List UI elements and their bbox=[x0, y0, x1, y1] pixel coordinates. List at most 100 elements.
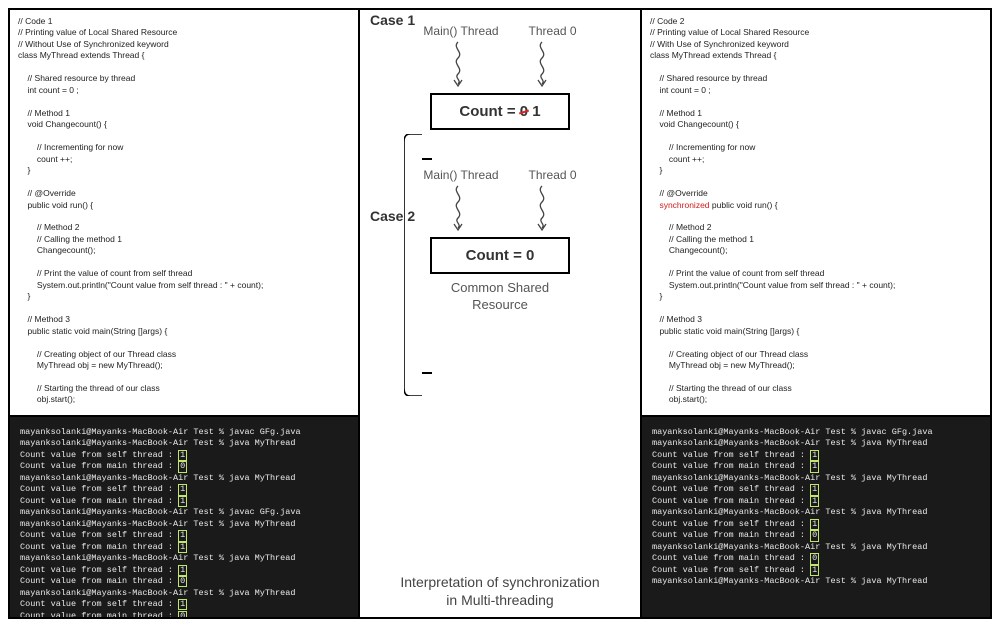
code-line: System.out.println("Count value from sel… bbox=[650, 280, 895, 290]
left-column: // Code 1 // Printing value of Local Sha… bbox=[10, 10, 360, 617]
shared-line1: Common Shared bbox=[451, 280, 549, 295]
code-line: // Creating object of our Thread class bbox=[18, 349, 176, 359]
terminal-line: Count value from main thread : 0 bbox=[652, 530, 980, 541]
right-column: // Code 2 // Printing value of Local Sha… bbox=[640, 10, 990, 617]
code-line: // Shared resource by thread bbox=[650, 73, 767, 83]
terminal-line: Count value from main thread : 0 bbox=[20, 576, 348, 587]
terminal-line: Count value from main thread : 0 bbox=[652, 553, 980, 564]
terminal-line: Count value from main thread : 1 bbox=[652, 496, 980, 507]
code-line: count ++; bbox=[650, 154, 704, 164]
terminal-line: Count value from self thread : 1 bbox=[20, 484, 348, 495]
squiggle-icon bbox=[533, 40, 551, 90]
squiggle-icon bbox=[533, 184, 551, 234]
terminal-line: mayanksolanki@Mayanks-MacBook-Air Test %… bbox=[20, 427, 348, 438]
code-line: public static void main(String []args) { bbox=[18, 326, 167, 336]
count-box-1: Count = 0 1 bbox=[430, 93, 570, 130]
code-line: // Print the value of count from self th… bbox=[18, 268, 192, 278]
terminal-line: Count value from main thread : 0 bbox=[20, 461, 348, 472]
main-thread-label: Main() Thread bbox=[423, 168, 498, 182]
code-line: // @Override bbox=[650, 188, 708, 198]
strikethrough-value: 0 bbox=[520, 103, 528, 120]
code-line: // Print the value of count from self th… bbox=[650, 268, 824, 278]
count-box-1-prefix: Count = bbox=[459, 103, 519, 120]
squiggle-icon bbox=[449, 184, 467, 234]
terminal-line: Count value from self thread : 1 bbox=[20, 530, 348, 541]
code-line: Changecount(); bbox=[650, 245, 727, 255]
code-line: // Code 2 bbox=[650, 16, 685, 26]
count-box-1-suffix: 1 bbox=[528, 103, 541, 120]
code-line: // Printing value of Local Shared Resour… bbox=[18, 27, 177, 37]
title-line1: Interpretation of synchronization bbox=[400, 574, 599, 590]
thread0-label: Thread 0 bbox=[529, 24, 577, 38]
code-line: // Incrementing for now bbox=[650, 142, 755, 152]
code-line: obj.start(); bbox=[650, 394, 707, 404]
synchronized-keyword: synchronized bbox=[650, 200, 710, 210]
terminal-line: Count value from self thread : 1 bbox=[20, 599, 348, 610]
code-line: int count = 0 ; bbox=[18, 85, 79, 95]
code-line: } bbox=[18, 291, 30, 301]
code-line: Changecount(); bbox=[18, 245, 95, 255]
code-line: synchronized public void run() { bbox=[650, 200, 778, 210]
thread0-label: Thread 0 bbox=[529, 168, 577, 182]
terminal-line: mayanksolanki@Mayanks-MacBook-Air Test %… bbox=[20, 588, 348, 599]
terminal-line: Count value from main thread : 1 bbox=[652, 461, 980, 472]
code-line: // Incrementing for now bbox=[18, 142, 123, 152]
code-line: // Printing value of Local Shared Resour… bbox=[650, 27, 809, 37]
terminal-line: Count value from main thread : 1 bbox=[20, 496, 348, 507]
squiggle-icon bbox=[449, 40, 467, 90]
code-line: // Shared resource by thread bbox=[18, 73, 135, 83]
connector-line bbox=[422, 372, 432, 374]
terminal-line: mayanksolanki@Mayanks-MacBook-Air Test %… bbox=[652, 507, 980, 518]
code-line: } bbox=[18, 165, 30, 175]
terminal-line: Count value from self thread : 1 bbox=[652, 519, 980, 530]
code-line: // Method 2 bbox=[650, 222, 711, 232]
diagram-title: Interpretation of synchronization in Mul… bbox=[360, 573, 640, 609]
code-line: // With Use of Synchronized keyword bbox=[650, 39, 789, 49]
terminal-line: Count value from main thread : 0 bbox=[20, 611, 348, 618]
thread-labels: Main() Thread Thread 0 bbox=[364, 24, 636, 38]
code-line: int count = 0 ; bbox=[650, 85, 711, 95]
code-line: } bbox=[650, 291, 662, 301]
code-line: class MyThread extends Thread { bbox=[650, 50, 776, 60]
terminal-output-1: mayanksolanki@Mayanks-MacBook-Air Test %… bbox=[10, 417, 358, 617]
terminal-line: Count value from self thread : 1 bbox=[20, 450, 348, 461]
terminal-line: mayanksolanki@Mayanks-MacBook-Air Test %… bbox=[20, 473, 348, 484]
code-line: // Method 3 bbox=[650, 314, 702, 324]
terminal-output-2: mayanksolanki@Mayanks-MacBook-Air Test %… bbox=[642, 417, 990, 617]
code-line: MyThread obj = new MyThread(); bbox=[650, 360, 795, 370]
code-block-1: // Code 1 // Printing value of Local Sha… bbox=[10, 10, 358, 417]
terminal-line: mayanksolanki@Mayanks-MacBook-Air Test %… bbox=[652, 473, 980, 484]
title-line2: in Multi-threading bbox=[446, 592, 553, 608]
terminal-line: Count value from self thread : 1 bbox=[652, 565, 980, 576]
code-line: // Calling the method 1 bbox=[18, 234, 122, 244]
count-box-2: Count = 0 bbox=[430, 237, 570, 274]
code-line: // Method 1 bbox=[18, 108, 70, 118]
terminal-line: mayanksolanki@Mayanks-MacBook-Air Test %… bbox=[20, 553, 348, 564]
bracket-icon bbox=[404, 134, 422, 396]
code-line: // Without Use of Synchronized keyword bbox=[18, 39, 169, 49]
terminal-line: mayanksolanki@Mayanks-MacBook-Air Test %… bbox=[652, 542, 980, 553]
code-line: // Starting the thread of our class bbox=[650, 383, 792, 393]
code-line: // Calling the method 1 bbox=[650, 234, 754, 244]
terminal-line: mayanksolanki@Mayanks-MacBook-Air Test %… bbox=[652, 576, 980, 587]
code-line: void Changecount() { bbox=[650, 119, 739, 129]
code-line: // Method 1 bbox=[650, 108, 702, 118]
terminal-line: Count value from self thread : 1 bbox=[20, 565, 348, 576]
terminal-line: mayanksolanki@Mayanks-MacBook-Air Test %… bbox=[20, 507, 348, 518]
code-line: System.out.println("Count value from sel… bbox=[18, 280, 263, 290]
code-line: // @Override bbox=[18, 188, 76, 198]
code-line: class MyThread extends Thread { bbox=[18, 50, 144, 60]
terminal-line: Count value from self thread : 1 bbox=[652, 450, 980, 461]
terminal-line: mayanksolanki@Mayanks-MacBook-Air Test %… bbox=[652, 438, 980, 449]
terminal-line: mayanksolanki@Mayanks-MacBook-Air Test %… bbox=[20, 519, 348, 530]
code-line: public void run() { bbox=[18, 200, 93, 210]
connector-line bbox=[422, 158, 432, 160]
code-line: void Changecount() { bbox=[18, 119, 107, 129]
code-line: // Method 2 bbox=[18, 222, 79, 232]
code-line: count ++; bbox=[18, 154, 72, 164]
middle-diagram: Case 1 Main() Thread Thread 0 Count = 0 … bbox=[360, 10, 640, 617]
diagram-root: // Code 1 // Printing value of Local Sha… bbox=[8, 8, 992, 619]
code-line: // Starting the thread of our class bbox=[18, 383, 160, 393]
code-line: obj.start(); bbox=[18, 394, 75, 404]
terminal-line: mayanksolanki@Mayanks-MacBook-Air Test %… bbox=[20, 438, 348, 449]
